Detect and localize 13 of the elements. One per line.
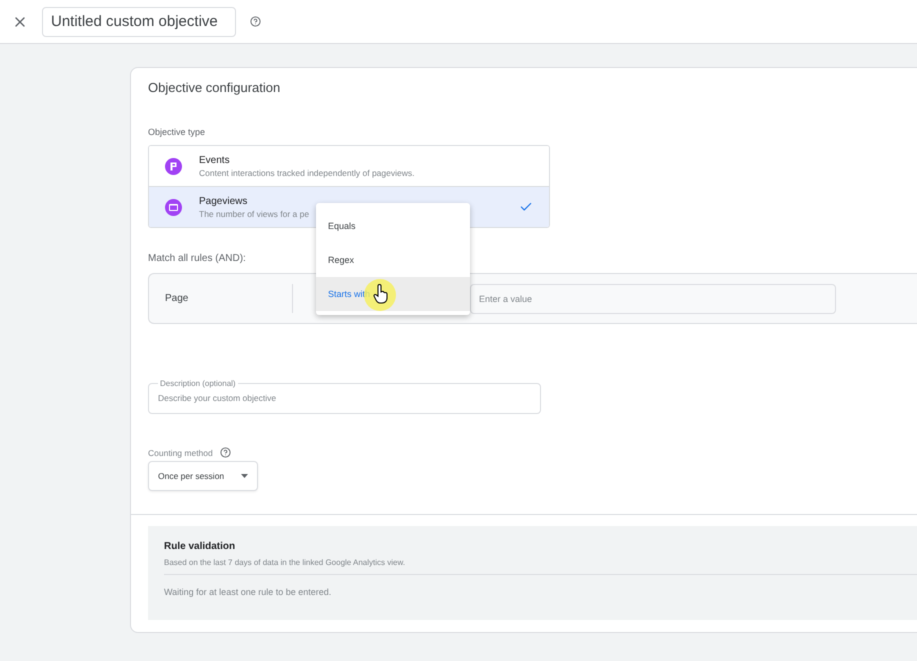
option-description: The number of views for a pe [199,208,310,218]
validation-status: Waiting for at least one rule to be entered. [164,587,332,597]
validation-subtitle: Based on the last 7 days of data in the linked Google Analytics view. [164,558,917,575]
field-label: Description (optional) [159,379,237,388]
option-description: Content interactions tracked independently of pageviews. [199,168,416,178]
validation-title: Rule validation [164,541,236,552]
card-title: Objective configuration [148,80,282,95]
field-label: Objective type [148,127,206,137]
option-title: Pageviews [199,196,248,206]
option-title: Events [199,154,231,166]
rule-field: Page [149,284,293,313]
counting-method-label: Counting method [148,448,213,458]
rules-label: Match all rules (AND): [148,253,246,264]
